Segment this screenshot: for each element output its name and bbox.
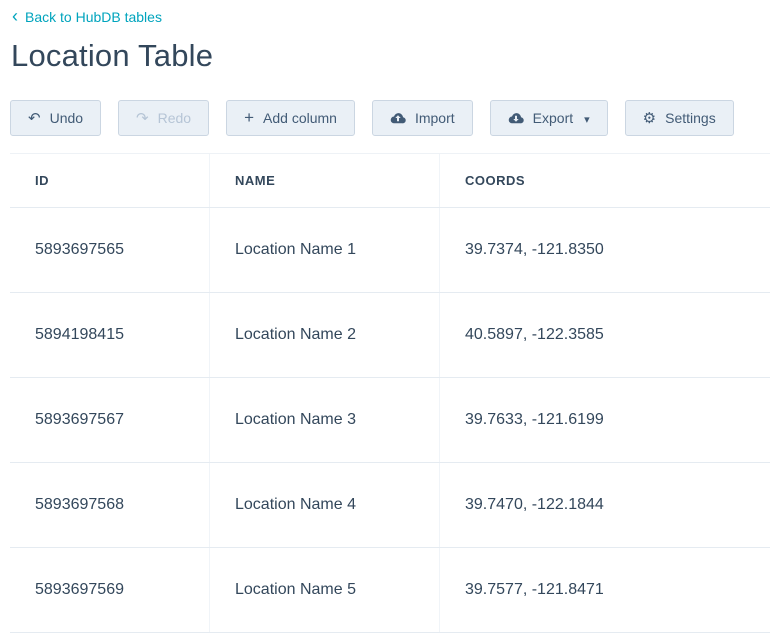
cell-name[interactable]: Location Name 5 — [210, 548, 440, 632]
export-label: Export — [533, 110, 573, 126]
table-row: 5894198415 Location Name 2 40.5897, -122… — [10, 293, 770, 378]
cell-id[interactable]: 5894198415 — [10, 293, 210, 377]
table-row: 5893697565 Location Name 1 39.7374, -121… — [10, 208, 770, 293]
add-column-label: Add column — [263, 110, 337, 126]
back-chevron-icon: ‹ — [12, 7, 18, 25]
import-button[interactable]: Import — [372, 100, 473, 136]
undo-button[interactable]: ↶ Undo — [10, 100, 101, 136]
undo-label: Undo — [50, 110, 83, 126]
cell-coords[interactable]: 39.7633, -121.6199 — [440, 378, 770, 462]
add-column-button[interactable]: + Add column — [226, 100, 355, 136]
cell-name[interactable]: Location Name 1 — [210, 208, 440, 292]
cell-id[interactable]: 5893697569 — [10, 548, 210, 632]
export-button[interactable]: Export ▾ — [490, 100, 608, 136]
cell-id[interactable]: 5893697568 — [10, 463, 210, 547]
cell-name[interactable]: Location Name 4 — [210, 463, 440, 547]
cell-coords[interactable]: 39.7577, -121.8471 — [440, 548, 770, 632]
undo-icon: ↶ — [28, 111, 41, 126]
table-row: 5893697567 Location Name 3 39.7633, -121… — [10, 378, 770, 463]
column-header-coords[interactable]: COORDS — [440, 154, 770, 207]
table-row: 5893697568 Location Name 4 39.7470, -122… — [10, 463, 770, 548]
table-row: 5893697569 Location Name 5 39.7577, -121… — [10, 548, 770, 633]
redo-button[interactable]: ↷ Redo — [118, 100, 209, 136]
hubdb-table: ID NAME COORDS 5893697565 Location Name … — [10, 153, 770, 633]
settings-button[interactable]: ⚙ Settings — [625, 100, 734, 136]
column-header-id[interactable]: ID — [10, 154, 210, 207]
redo-label: Redo — [158, 110, 191, 126]
back-link-label: Back to HubDB tables — [25, 9, 162, 25]
table-header-row: ID NAME COORDS — [10, 154, 770, 208]
cell-id[interactable]: 5893697567 — [10, 378, 210, 462]
cell-coords[interactable]: 39.7374, -121.8350 — [440, 208, 770, 292]
toolbar: ↶ Undo ↷ Redo + Add column Import Export… — [10, 100, 770, 136]
cell-id[interactable]: 5893697565 — [10, 208, 210, 292]
cell-name[interactable]: Location Name 2 — [210, 293, 440, 377]
import-label: Import — [415, 110, 455, 126]
settings-label: Settings — [665, 110, 716, 126]
page-title: Location Table — [11, 38, 770, 74]
cell-coords[interactable]: 40.5897, -122.3585 — [440, 293, 770, 377]
caret-down-icon: ▾ — [584, 113, 590, 126]
cell-name[interactable]: Location Name 3 — [210, 378, 440, 462]
column-header-name[interactable]: NAME — [210, 154, 440, 207]
redo-icon: ↷ — [136, 111, 149, 126]
cloud-upload-icon — [390, 112, 406, 125]
cloud-download-icon — [508, 112, 524, 125]
back-link[interactable]: ‹ Back to HubDB tables — [12, 8, 162, 26]
cell-coords[interactable]: 39.7470, -122.1844 — [440, 463, 770, 547]
gear-icon: ⚙ — [643, 111, 656, 126]
plus-icon: + — [244, 109, 254, 126]
